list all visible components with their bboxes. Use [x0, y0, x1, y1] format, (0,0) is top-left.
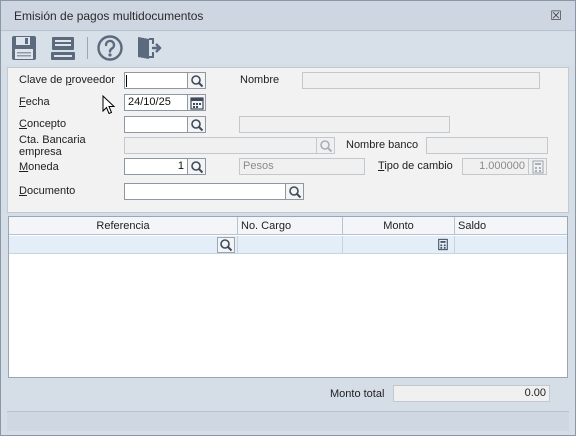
- cta-bancaria-search-button: [317, 137, 335, 154]
- calculator-icon: [532, 160, 544, 174]
- cell-referencia[interactable]: [9, 236, 238, 254]
- fecha-input[interactable]: 24/10/25: [124, 94, 188, 111]
- table-row[interactable]: [9, 236, 567, 254]
- dialog-window: Emisión de pagos multidocumentos ☒ Clave…: [0, 0, 576, 436]
- label-cta-bancaria: Cta. Bancaria empresa: [19, 134, 86, 158]
- label-fecha: Fecha: [19, 96, 50, 108]
- cta-bancaria-input: [124, 137, 317, 154]
- nombre-banco-field: [426, 137, 548, 154]
- label-tipo-cambio: Tipo de cambio: [378, 160, 453, 172]
- documents-grid[interactable]: Referencia No. Cargo Monto Saldo: [8, 216, 568, 378]
- column-header-no-cargo[interactable]: No. Cargo: [238, 217, 343, 235]
- tipo-cambio-input: 1.000000: [462, 158, 529, 175]
- label-documento: Documento: [19, 185, 76, 197]
- concepto-description-field: [239, 116, 450, 133]
- moneda-search-button[interactable]: [188, 158, 206, 175]
- label-clave-proveedor: Clave de proveedor: [19, 74, 116, 86]
- documento-search-button[interactable]: [286, 183, 304, 200]
- label-nombre-banco: Nombre banco: [346, 139, 419, 151]
- cell-saldo[interactable]: [455, 236, 567, 254]
- search-icon: [191, 161, 204, 174]
- print-icon: [51, 37, 75, 60]
- clave-proveedor-search-button[interactable]: [188, 72, 206, 89]
- grid-header: Referencia No. Cargo Monto Saldo: [9, 217, 567, 235]
- exit-icon: [138, 37, 162, 59]
- mouse-pointer-icon: [102, 95, 116, 115]
- fecha-calendar-button[interactable]: [188, 94, 206, 111]
- concepto-search-button[interactable]: [188, 116, 206, 133]
- calendar-icon: [190, 97, 204, 110]
- tipo-cambio-calculator-button: [529, 158, 547, 175]
- referencia-search-button[interactable]: [217, 237, 235, 253]
- exit-button[interactable]: [135, 34, 165, 62]
- label-monto-total: Monto total: [330, 388, 385, 400]
- nombre-field: [302, 72, 540, 89]
- save-icon: [12, 36, 36, 60]
- column-header-saldo[interactable]: Saldo: [455, 217, 567, 235]
- title-bar[interactable]: Emisión de pagos multidocumentos ☒: [1, 1, 575, 31]
- save-button[interactable]: [10, 34, 40, 62]
- concepto-input[interactable]: [124, 116, 188, 133]
- label-concepto: Concepto: [19, 118, 67, 130]
- search-icon: [289, 186, 302, 199]
- cell-no-cargo[interactable]: [238, 236, 343, 254]
- search-icon: [191, 75, 204, 88]
- print-button[interactable]: [49, 34, 79, 62]
- column-header-referencia[interactable]: Referencia: [9, 217, 238, 235]
- toolbar-separator: [87, 37, 88, 59]
- header-form: Clave de proveedor Nombre Fecha 24/10/25…: [7, 67, 569, 213]
- help-icon: [97, 35, 123, 61]
- moneda-description-field: Pesos: [239, 158, 365, 175]
- status-bar: [7, 411, 569, 431]
- label-moneda: Moneda: [19, 161, 59, 173]
- search-icon: [191, 119, 204, 132]
- text-caret: [126, 75, 127, 87]
- close-button[interactable]: ☒: [549, 9, 563, 23]
- window-title: Emisión de pagos multidocumentos: [14, 9, 204, 23]
- column-header-monto[interactable]: Monto: [343, 217, 455, 235]
- search-icon: [320, 140, 333, 153]
- help-button[interactable]: [96, 34, 126, 62]
- monto-total-field: 0.00: [393, 385, 550, 402]
- search-icon: [220, 239, 233, 252]
- cell-monto[interactable]: [343, 236, 455, 254]
- label-nombre: Nombre: [240, 74, 280, 86]
- calculator-icon: [438, 238, 448, 251]
- clave-proveedor-input[interactable]: [124, 72, 188, 89]
- totals-footer: Monto total 0.00: [8, 379, 568, 409]
- moneda-input[interactable]: 1: [124, 158, 188, 175]
- documento-input[interactable]: [124, 183, 286, 200]
- toolbar: [1, 32, 575, 64]
